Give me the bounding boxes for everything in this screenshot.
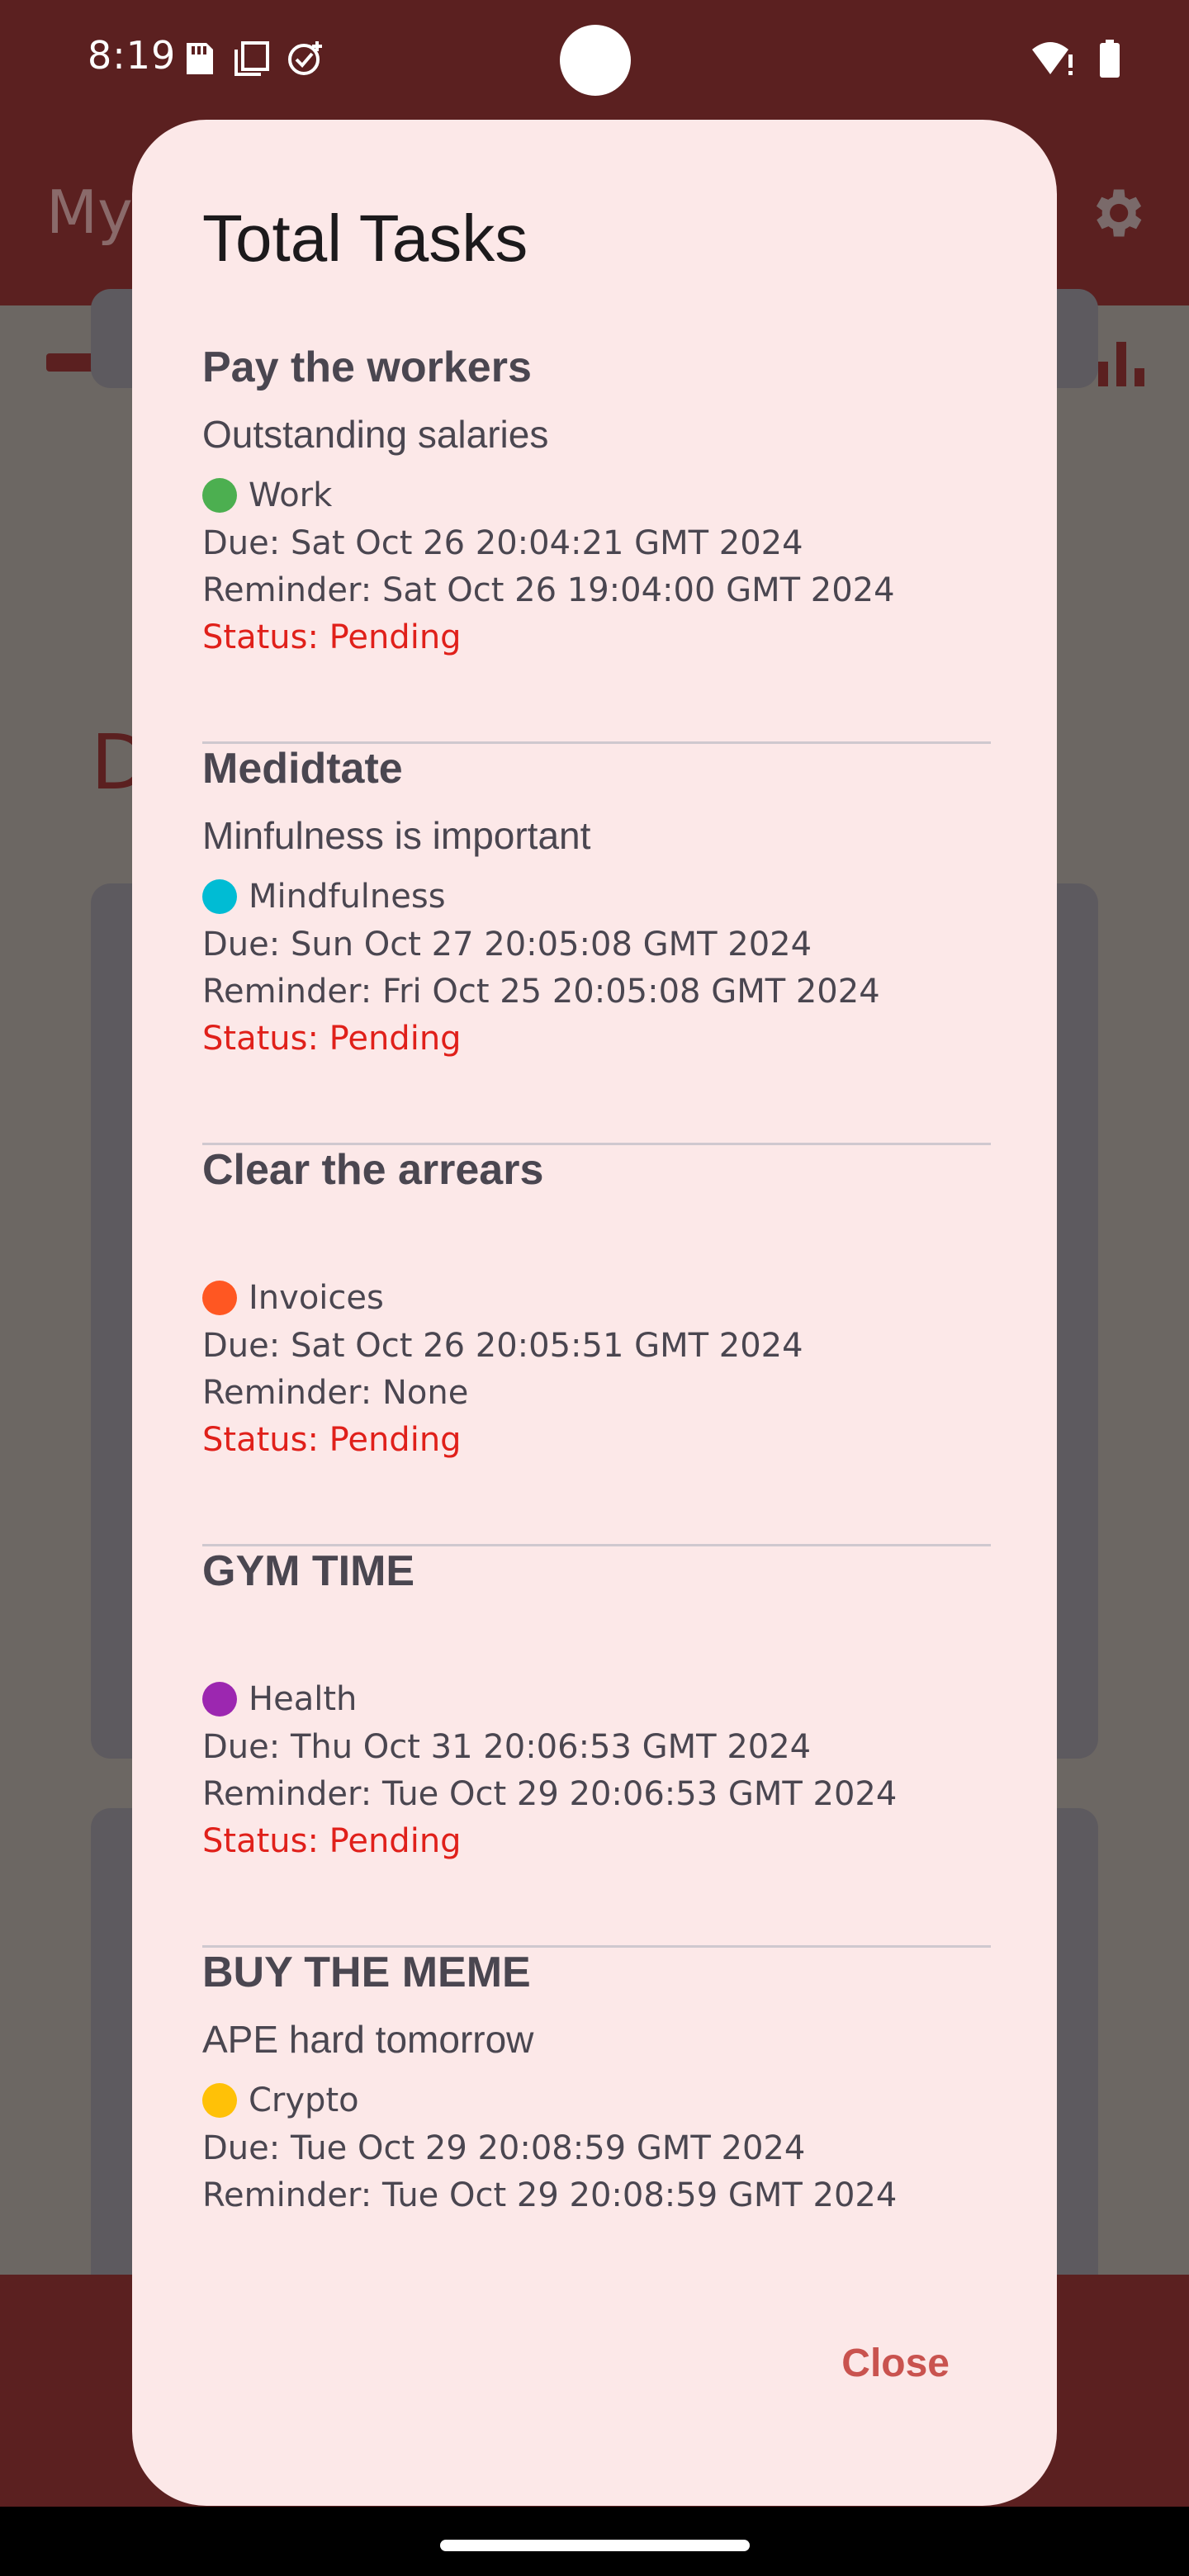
- task-due: Due: Sun Oct 27 20:05:08 GMT 2024: [202, 926, 812, 964]
- task-title: Medidtate: [202, 745, 403, 793]
- task-reminder: Reminder: Sat Oct 26 19:04:00 GMT 2024: [202, 571, 895, 609]
- task-category: Work: [202, 476, 332, 514]
- task-status: Status: Pending: [202, 1020, 462, 1058]
- task-status: Status: Pending: [202, 618, 462, 656]
- category-label: Mindfulness: [249, 878, 446, 916]
- task-category: Health: [202, 1680, 357, 1718]
- task-item[interactable]: Clear the arrears Invoices Due: Sat Oct …: [202, 1145, 991, 1546]
- bar-chart-icon[interactable]: [1095, 339, 1148, 388]
- close-button[interactable]: Close: [841, 2341, 950, 2386]
- task-description: APE hard tomorrow: [202, 2018, 534, 2061]
- status-bar: 8:19: [0, 0, 1189, 120]
- task-added-icon: [286, 40, 322, 78]
- category-dot-icon: [202, 2083, 237, 2118]
- category-dot-icon: [202, 1682, 237, 1717]
- wifi-alert-icon: [1030, 41, 1073, 79]
- task-item[interactable]: GYM TIME Health Due: Thu Oct 31 20:06:53…: [202, 1546, 991, 1948]
- task-due: Due: Sat Oct 26 20:04:21 GMT 2024: [202, 524, 803, 562]
- task-reminder: Reminder: Tue Oct 29 20:06:53 GMT 2024: [202, 1775, 898, 1813]
- task-status: Status: Pending: [202, 1421, 462, 1459]
- category-label: Crypto: [249, 2081, 359, 2119]
- copy-icon: [233, 40, 269, 78]
- task-reminder: Reminder: Fri Oct 25 20:05:08 GMT 2024: [202, 973, 880, 1011]
- navigation-bar: [0, 2507, 1189, 2576]
- task-title: Pay the workers: [202, 343, 532, 391]
- task-item[interactable]: BUY THE MEME APE hard tomorrow Crypto Du…: [202, 1948, 991, 2261]
- home-gesture-handle[interactable]: [440, 2540, 750, 2551]
- category-label: Health: [249, 1680, 358, 1718]
- task-status: Status: Pending: [202, 1822, 462, 1860]
- task-category: Mindfulness: [202, 878, 446, 916]
- camera-cutout: [560, 25, 631, 96]
- task-item[interactable]: Medidtate Minfulness is important Mindfu…: [202, 744, 991, 1145]
- task-due: Due: Sat Oct 26 20:05:51 GMT 2024: [202, 1327, 803, 1365]
- task-due: Due: Tue Oct 29 20:08:59 GMT 2024: [202, 2129, 806, 2167]
- task-title: GYM TIME: [202, 1547, 415, 1595]
- task-list: Pay the workers Outstanding salaries Wor…: [202, 343, 991, 2261]
- task-description: Minfulness is important: [202, 814, 591, 857]
- category-dot-icon: [202, 879, 237, 914]
- task-description: Outstanding salaries: [202, 413, 549, 456]
- gear-icon[interactable]: [1085, 182, 1148, 244]
- task-reminder: Reminder: Tue Oct 29 20:08:59 GMT 2024: [202, 2176, 898, 2214]
- status-icons-left: [180, 40, 322, 78]
- task-title: BUY THE MEME: [202, 1949, 531, 1996]
- task-item[interactable]: Pay the workers Outstanding salaries Wor…: [202, 343, 991, 744]
- status-time: 8:19: [88, 33, 177, 78]
- category-label: Invoices: [249, 1279, 384, 1317]
- task-category: Invoices: [202, 1279, 384, 1317]
- total-tasks-dialog: Total Tasks Pay the workers Outstanding …: [132, 120, 1057, 2506]
- category-dot-icon: [202, 1281, 237, 1315]
- category-label: Work: [249, 476, 333, 514]
- app-title: My: [46, 178, 133, 247]
- task-due: Due: Thu Oct 31 20:06:53 GMT 2024: [202, 1728, 812, 1766]
- task-category: Crypto: [202, 2081, 359, 2119]
- battery-icon: [1098, 40, 1121, 81]
- task-title: Clear the arrears: [202, 1146, 544, 1194]
- category-dot-icon: [202, 478, 237, 513]
- dialog-title: Total Tasks: [202, 201, 528, 275]
- sd-card-icon: [180, 40, 216, 78]
- task-reminder: Reminder: None: [202, 1374, 469, 1412]
- status-icons-right: [1030, 40, 1121, 81]
